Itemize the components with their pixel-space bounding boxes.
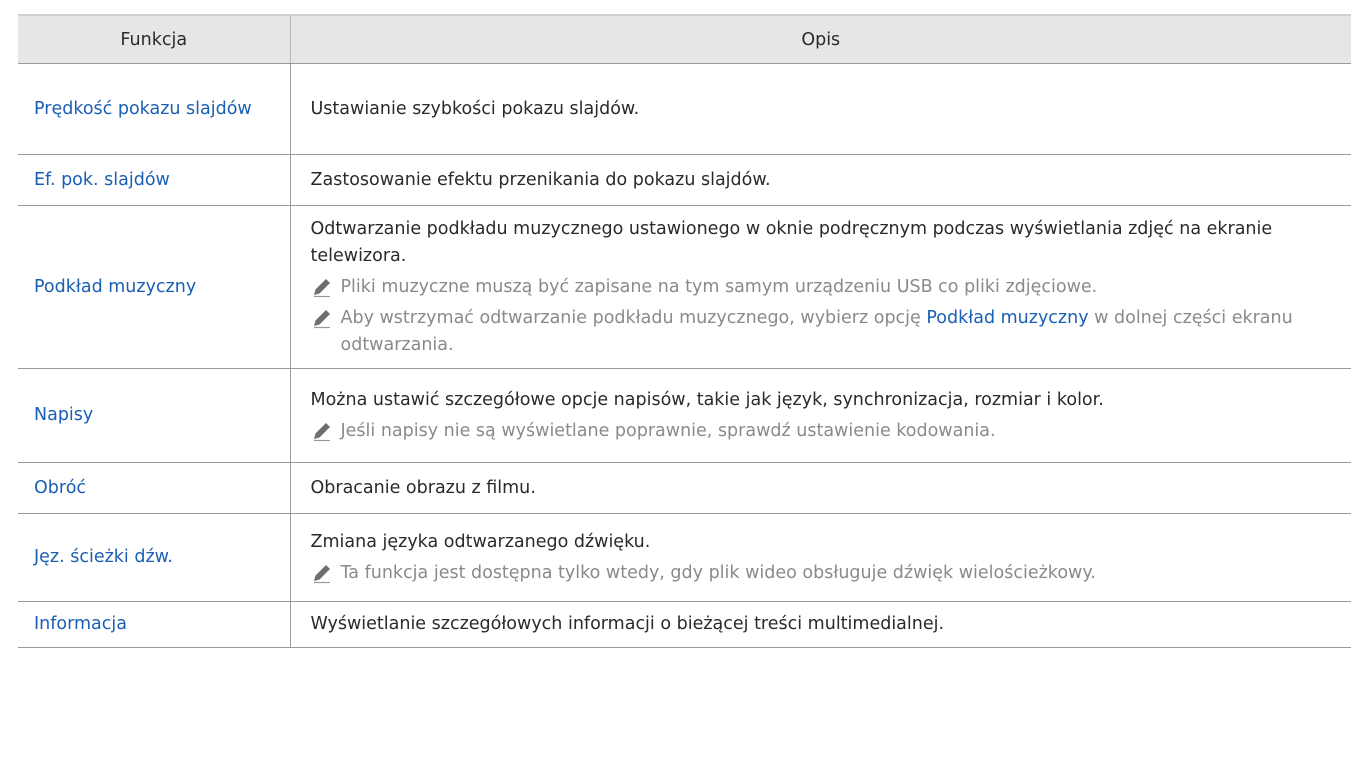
description-cell: Zmiana języka odtwarzanego dźwięku. Ta f… xyxy=(290,513,1351,602)
description-text: Zastosowanie efektu przenikania do pokaz… xyxy=(310,169,771,190)
description-text: Można ustawić szczegółowe opcje napisów,… xyxy=(310,389,1104,410)
description-text: Ustawianie szybkości pokazu slajdów. xyxy=(310,98,640,119)
note: Pliki muzyczne muszą być zapisane na tym… xyxy=(311,274,1336,301)
note-text: Ta funkcja jest dostępna tylko wtedy, gd… xyxy=(340,562,1096,583)
description-cell: Ustawianie szybkości pokazu slajdów. xyxy=(290,63,1351,155)
description-cell: Odtwarzanie podkładu muzycznego ustawion… xyxy=(290,205,1351,369)
function-name-information[interactable]: Informacja xyxy=(18,601,291,648)
description-text: Zmiana języka odtwarzanego dźwięku. xyxy=(310,531,651,552)
description-text: Obracanie obrazu z filmu. xyxy=(310,477,536,498)
note: Ta funkcja jest dostępna tylko wtedy, gd… xyxy=(311,560,1336,587)
note-text: Aby wstrzymać odtwarzanie podkładu muzyc… xyxy=(341,305,1336,359)
table-header-row: Funkcja Opis xyxy=(18,14,1351,64)
note-text: Pliki muzyczne muszą być zapisane na tym… xyxy=(340,276,1098,297)
description-text: Odtwarzanie podkładu muzycznego ustawion… xyxy=(310,218,1273,266)
description-cell: Zastosowanie efektu przenikania do pokaz… xyxy=(290,154,1351,206)
function-name-subtitles[interactable]: Napisy xyxy=(18,368,291,463)
table-row: Jęz. ścieżki dźw. Zmiana języka odtwarza… xyxy=(18,513,1351,602)
function-name-background-music[interactable]: Podkład muzyczny xyxy=(18,205,291,369)
pencil-icon xyxy=(313,278,330,297)
pencil-icon xyxy=(313,422,330,441)
table-row: Prędkość pokazu slajdów Ustawianie szybk… xyxy=(18,63,1351,155)
table-row: Podkład muzyczny Odtwarzanie podkładu mu… xyxy=(18,205,1351,369)
note-text-before: Aby wstrzymać odtwarzanie podkładu muzyc… xyxy=(340,307,927,328)
column-header-function: Funkcja xyxy=(18,14,291,64)
description-cell: Obracanie obrazu z filmu. xyxy=(290,462,1351,514)
description-text: Wyświetlanie szczegółowych informacji o … xyxy=(310,614,945,634)
function-name-rotate[interactable]: Obróć xyxy=(18,462,291,514)
pencil-icon xyxy=(313,564,330,583)
background-music-link[interactable]: Podkład muzyczny xyxy=(926,308,1088,328)
function-name-slideshow-effect[interactable]: Ef. pok. slajdów xyxy=(18,154,291,206)
table-row: Obróć Obracanie obrazu z filmu. xyxy=(18,462,1351,514)
function-name-audio-language[interactable]: Jęz. ścieżki dźw. xyxy=(18,513,291,602)
column-header-description: Opis xyxy=(290,14,1351,64)
note: Jeśli napisy nie są wyświetlane poprawni… xyxy=(311,418,1336,445)
note: Aby wstrzymać odtwarzanie podkładu muzyc… xyxy=(311,305,1336,359)
table-row: Informacja Wyświetlanie szczegółowych in… xyxy=(18,601,1351,648)
note-text: Jeśli napisy nie są wyświetlane poprawni… xyxy=(340,420,996,441)
table-row: Napisy Można ustawić szczegółowe opcje n… xyxy=(18,368,1351,463)
description-cell: Można ustawić szczegółowe opcje napisów,… xyxy=(290,368,1351,463)
pencil-icon xyxy=(313,309,330,328)
feature-table: Funkcja Opis Prędkość pokazu slajdów Ust… xyxy=(18,14,1351,648)
function-name-slideshow-speed[interactable]: Prędkość pokazu slajdów xyxy=(18,63,291,155)
table-row: Ef. pok. slajdów Zastosowanie efektu prz… xyxy=(18,154,1351,206)
description-cell: Wyświetlanie szczegółowych informacji o … xyxy=(290,601,1351,648)
